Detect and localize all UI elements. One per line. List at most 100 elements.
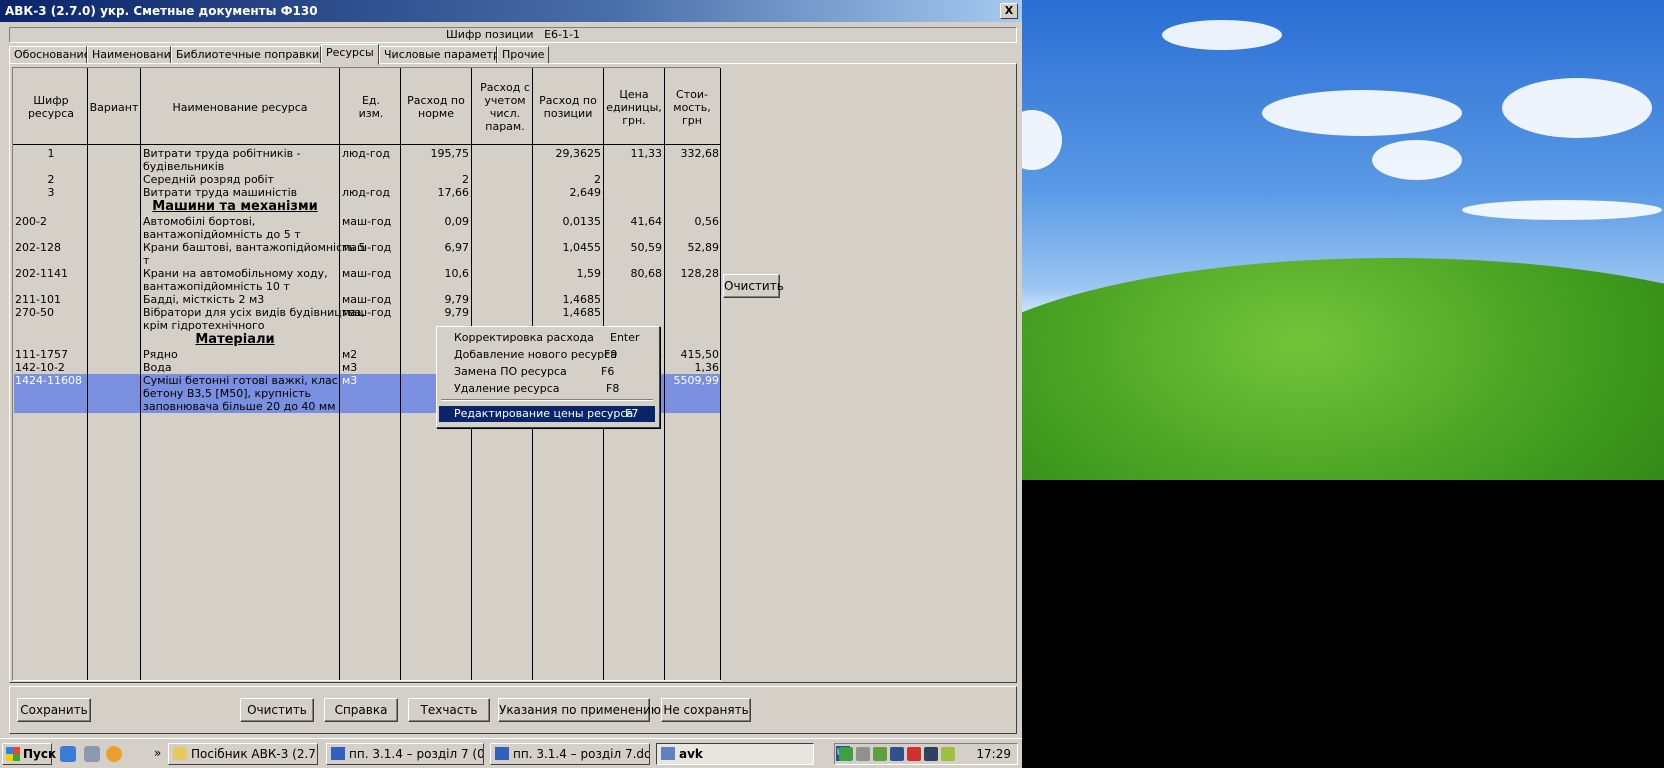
menu-item-delete-resource[interactable]: Удаление ресурса F8: [439, 381, 655, 397]
row-name[interactable]: Автомобілі бортові,: [143, 215, 255, 228]
col-header-price[interactable]: Цена единицы, грн.: [605, 70, 663, 144]
save-button[interactable]: Сохранить: [17, 698, 91, 722]
row-cost[interactable]: 128,28: [666, 267, 720, 280]
row-norm[interactable]: 9,79: [403, 306, 470, 319]
row-unit[interactable]: м2: [342, 348, 357, 361]
row-pos[interactable]: 1,4685: [535, 293, 602, 306]
col-header-unit[interactable]: Ед. изм.: [358, 70, 384, 144]
row-pos[interactable]: 1,4685: [535, 306, 602, 319]
documents-icon[interactable]: [84, 746, 100, 762]
row-cost[interactable]: 415,50: [666, 348, 720, 361]
row-name[interactable]: Витрати труда робітників -: [143, 147, 301, 160]
row-name-cont[interactable]: вантажопідйомність 10 т: [143, 280, 290, 293]
tray-app-icon[interactable]: [839, 747, 853, 761]
tray-app-icon[interactable]: [856, 747, 870, 761]
row-cost[interactable]: 0,56: [666, 215, 720, 228]
row-name-cont[interactable]: вантажопідйомність до 5 т: [143, 228, 301, 241]
row-norm[interactable]: 0,09: [403, 215, 470, 228]
tab-library-adjustments[interactable]: Библиотечные поправки: [171, 46, 321, 64]
start-button[interactable]: Пуск: [2, 743, 56, 765]
row-cost[interactable]: 1,36: [666, 361, 720, 374]
row-name[interactable]: Бадді, місткість 2 м3: [143, 293, 264, 306]
row-unit[interactable]: люд-год: [342, 186, 390, 199]
row-pos[interactable]: 29,3625: [535, 147, 602, 160]
menu-item-correct-consumption[interactable]: Корректировка расхода Enter: [439, 330, 655, 346]
tray-app-icon[interactable]: [890, 747, 904, 761]
help-button[interactable]: Справка: [324, 698, 398, 722]
row-price[interactable]: 80,68: [605, 267, 663, 280]
clear-button[interactable]: Очистить: [240, 698, 314, 722]
row-pos[interactable]: 2,649: [535, 186, 602, 199]
row-name-cont[interactable]: крім гідротехнічного: [143, 319, 265, 332]
usage-button[interactable]: Указания по применению: [498, 698, 661, 722]
row-code[interactable]: 1: [15, 147, 87, 160]
row-name[interactable]: Витрати труда машиністів: [143, 186, 297, 199]
row-price[interactable]: 11,33: [605, 147, 663, 160]
row-unit[interactable]: маш-год: [342, 241, 391, 254]
nosave-button[interactable]: Не сохранять: [661, 698, 751, 722]
row-name-cont[interactable]: т: [143, 254, 149, 267]
row-price[interactable]: 41,64: [605, 215, 663, 228]
row-norm[interactable]: 6,97: [403, 241, 470, 254]
row-code[interactable]: 211-101: [15, 293, 61, 306]
col-header-name[interactable]: Наименование ресурса: [141, 70, 339, 144]
row-cost[interactable]: 52,89: [666, 241, 720, 254]
row-pos[interactable]: 1,59: [535, 267, 602, 280]
tab-other[interactable]: Прочие: [497, 46, 549, 64]
row-name-cont[interactable]: бетону В3,5 [М50], крупність: [143, 387, 311, 400]
col-header-cost[interactable]: Стои- мость, грн: [673, 70, 710, 144]
tray-app-icon[interactable]: [907, 747, 921, 761]
row-norm[interactable]: 2: [403, 173, 469, 186]
row-unit[interactable]: люд-год: [342, 147, 390, 160]
col-header-variant[interactable]: Вариант: [88, 70, 140, 144]
row-name[interactable]: Рядно: [143, 348, 178, 361]
row-pos[interactable]: 0,0135: [535, 215, 602, 228]
col-header-code[interactable]: Шифр ресурса: [15, 70, 87, 144]
techpart-button[interactable]: Техчасть: [408, 698, 490, 722]
taskbar-item-doc1[interactable]: пп. 3.1.4 – розділ 7 (05...: [326, 743, 484, 765]
row-norm[interactable]: 10,6: [403, 267, 470, 280]
row-code[interactable]: 3: [15, 186, 87, 199]
side-clear-button[interactable]: Очистить: [723, 274, 784, 298]
ie-icon[interactable]: [60, 746, 76, 762]
row-unit[interactable]: м3: [342, 361, 357, 374]
row-pos[interactable]: 1,0455: [535, 241, 602, 254]
row-name[interactable]: Вода: [143, 361, 172, 374]
col-header-calc[interactable]: Расход с учетом числ. парам.: [479, 70, 531, 144]
row-unit[interactable]: маш-год: [342, 215, 391, 228]
row-code[interactable]: 111-1757: [15, 348, 68, 361]
tab-obosnovanie[interactable]: Обоснование: [9, 46, 90, 64]
tab-naimenovanie[interactable]: Наименование: [87, 46, 177, 64]
close-button[interactable]: X: [1000, 3, 1018, 19]
taskbar-item-avk[interactable]: avk: [656, 743, 814, 765]
row-code[interactable]: 270-50: [15, 306, 54, 319]
row-name[interactable]: Суміші бетонні готові важкі, клас: [143, 374, 338, 387]
row-name[interactable]: Вібратори для усіх видів будівництва,: [143, 306, 365, 319]
clock[interactable]: 17:29: [976, 744, 1011, 764]
row-name-cont[interactable]: будівельників: [143, 160, 224, 173]
row-cost[interactable]: 5509,99: [666, 374, 720, 387]
tray-app-icon[interactable]: [924, 747, 938, 761]
row-code[interactable]: 200-2: [15, 215, 47, 228]
menu-item-replace-resource[interactable]: Замена ПО ресурса F6: [439, 364, 655, 380]
row-price[interactable]: 50,59: [605, 241, 663, 254]
row-pos[interactable]: 2: [535, 173, 601, 186]
row-code[interactable]: 2: [15, 173, 87, 186]
row-name-cont[interactable]: заповнювача більше 20 до 40 мм: [143, 400, 336, 413]
taskbar-item-guide[interactable]: Посібник АВК-3 (2.7.0): [168, 743, 318, 765]
media-player-icon[interactable]: [106, 746, 122, 762]
row-norm[interactable]: 9,79: [403, 293, 470, 306]
row-name[interactable]: Середній розряд робіт: [143, 173, 274, 186]
row-code[interactable]: 142-10-2: [15, 361, 65, 374]
title-bar[interactable]: АВК-3 (2.7.0) укр. Сметные документы Ф13…: [0, 0, 1022, 22]
tray-app-icon[interactable]: [941, 747, 955, 761]
taskbar-item-doc2[interactable]: пп. 3.1.4 – розділ 7.doc...: [490, 743, 650, 765]
row-norm[interactable]: 195,75: [403, 147, 470, 160]
quicklaunch-overflow-icon[interactable]: »: [154, 743, 161, 763]
row-code[interactable]: 202-128: [15, 241, 61, 254]
tray-app-icon[interactable]: [873, 747, 887, 761]
col-header-pos[interactable]: Расход по позиции: [535, 70, 601, 144]
row-norm[interactable]: 17,66: [403, 186, 470, 199]
row-code[interactable]: 202-1141: [15, 267, 68, 280]
tab-resources[interactable]: Ресурсы: [321, 44, 379, 65]
